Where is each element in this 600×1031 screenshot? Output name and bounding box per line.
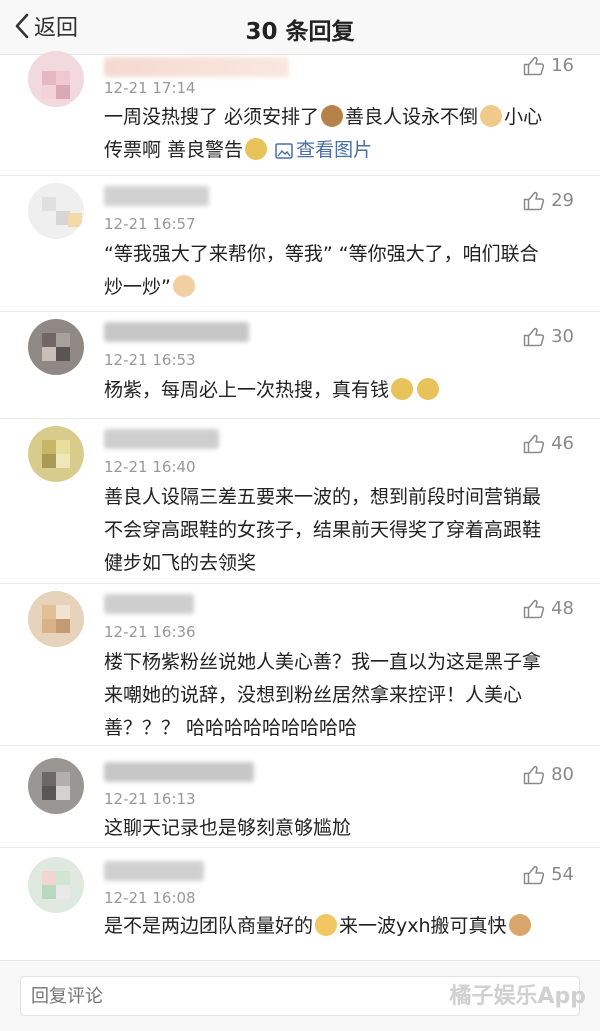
- thumbs-up-icon: [523, 434, 545, 453]
- like-button[interactable]: 29: [523, 190, 574, 211]
- thumbs-up-icon: [523, 56, 545, 75]
- doge-emoji-icon: [245, 138, 268, 160]
- avatar: [28, 426, 84, 482]
- comment-text-segment: 传票啊 善良警告: [104, 139, 244, 161]
- like-button[interactable]: 48: [523, 598, 574, 619]
- like-button[interactable]: 54: [523, 864, 574, 885]
- comment-item: 12-21 16:57 29 “等我强大了来帮你，等我” “等你强大了，咱们联合…: [0, 176, 600, 312]
- like-button[interactable]: 80: [523, 764, 574, 785]
- page-title: 30 条回复: [245, 19, 355, 45]
- comment-text-segment: 来嘲她的说辞，没想到粉丝居然拿来控评！人美心: [104, 684, 523, 706]
- comment-text-segment: 健步如飞的去领奖: [104, 552, 257, 574]
- like-count: 30: [551, 326, 574, 347]
- avatar: [28, 857, 84, 913]
- comment-text: 一周没热搜了 必须安排了 善良人设永不倒 小心 传票啊 善良警告 查看图片: [104, 101, 574, 167]
- username-blurred: [104, 762, 254, 782]
- comment-text: 这聊天记录也是够刻意够尴尬: [104, 812, 574, 845]
- monkey-emoji-icon: [321, 105, 344, 127]
- nav-bar: 返回 30 条回复: [0, 0, 600, 55]
- comment-text-segment: 楼下杨紫粉丝说她人美心善？我一直以为这是黑子拿: [104, 651, 542, 673]
- watermark-logo: 橘子娱乐App: [449, 984, 586, 1009]
- like-count: 48: [551, 598, 574, 619]
- avatar: [28, 319, 84, 375]
- thumbs-up-icon: [523, 865, 545, 884]
- like-count: 54: [551, 864, 574, 885]
- comment-item: 12-21 16:08 54 是不是两边团队商量好的 来一波yxh搬可真快: [0, 848, 600, 959]
- comment-time: 12-21 16:36: [104, 623, 196, 641]
- comment-text-segment: 善？？？ 哈哈哈哈哈哈哈哈哈: [104, 717, 358, 739]
- cat-emoji-icon: [508, 914, 531, 936]
- comment-text: 杨紫，每周必上一次热搜，真有钱: [104, 374, 574, 407]
- like-button[interactable]: 30: [523, 326, 574, 347]
- comment-time: 12-21 17:14: [104, 79, 196, 97]
- comment-text: 楼下杨紫粉丝说她人美心善？我一直以为这是黑子拿 来嘲她的说辞，没想到粉丝居然拿来…: [104, 646, 574, 745]
- thumbs-up-icon: [523, 327, 545, 346]
- comment-text-segment: 是不是两边团队商量好的: [104, 915, 314, 937]
- comment-text-segment: 这聊天记录也是够刻意够尴尬: [104, 817, 352, 839]
- username-blurred: [104, 57, 289, 77]
- like-count: 16: [551, 55, 574, 76]
- comment-text-segment: 善良人设永不倒: [345, 106, 479, 128]
- comment-item: 12-21 16:53 30 杨紫，每周必上一次热搜，真有钱: [0, 312, 600, 419]
- thinking-emoji-icon: [315, 914, 338, 936]
- avatar: [28, 758, 84, 814]
- comment-item: 12-21 16:40 46 善良人设隔三差五要来一波的，想到前段时间营销最 不…: [0, 419, 600, 584]
- comment-text: 善良人设隔三差五要来一波的，想到前段时间营销最 不会穿高跟鞋的女孩子，结果前天得…: [104, 481, 574, 580]
- comment-text-segment: 来一波yxh搬可真快: [339, 915, 507, 937]
- comment-text-segment: 杨紫，每周必上一次热搜，真有钱: [104, 379, 390, 401]
- avatar: [28, 51, 84, 107]
- username-blurred: [104, 322, 249, 342]
- like-count: 29: [551, 190, 574, 211]
- like-button[interactable]: 46: [523, 433, 574, 454]
- cupcake-emoji-icon: [480, 105, 503, 127]
- comment-text: “等我强大了来帮你，等我” “等你强大了，咱们联合 炒一炒”: [104, 238, 574, 304]
- comment-text-segment: 不会穿高跟鞋的女孩子，结果前天得奖了穿着高跟鞋: [104, 519, 542, 541]
- like-count: 80: [551, 764, 574, 785]
- thumbs-up-icon: [523, 191, 545, 210]
- like-button[interactable]: 16: [523, 55, 574, 76]
- comment-time: 12-21 16:40: [104, 458, 196, 476]
- avatar: [28, 183, 84, 239]
- doge-emoji-icon: [417, 378, 440, 400]
- comment-time: 12-21 16:57: [104, 215, 196, 233]
- username-blurred: [104, 429, 219, 449]
- view-image-label: 查看图片: [296, 139, 373, 161]
- comment-time: 12-21 16:53: [104, 351, 196, 369]
- username-blurred: [104, 861, 204, 881]
- view-image-link[interactable]: 查看图片: [275, 139, 372, 161]
- comment-time: 12-21 16:08: [104, 889, 196, 907]
- image-icon: [275, 143, 293, 159]
- comment-text-segment: 小心: [504, 106, 543, 128]
- thumbs-up-icon: [523, 765, 545, 784]
- comment-item: 12-21 16:36 48 楼下杨紫粉丝说她人美心善？我一直以为这是黑子拿 来…: [0, 584, 600, 746]
- like-count: 46: [551, 433, 574, 454]
- comment-text-segment: 善良人设隔三差五要来一波的，想到前段时间营销最: [104, 486, 542, 508]
- username-blurred: [104, 186, 209, 206]
- doge-emoji-icon: [391, 378, 414, 400]
- comment-text-segment: 一周没热搜了 必须安排了: [104, 106, 320, 128]
- thumbs-up-icon: [523, 599, 545, 618]
- avatar: [28, 591, 84, 647]
- comment-time: 12-21 16:13: [104, 790, 196, 808]
- username-blurred: [104, 594, 194, 614]
- pray-hands-emoji-icon: [172, 275, 195, 297]
- comment-item: 12-21 17:14 16 一周没热搜了 必须安排了 善良人设永不倒 小心 传票啊…: [0, 51, 600, 176]
- comment-text-segment: 炒一炒”: [104, 276, 171, 298]
- comment-text: 是不是两边团队商量好的 来一波yxh搬可真快: [104, 910, 574, 943]
- comment-text-segment: “等我强大了来帮你，等我” “等你强大了，咱们联合: [104, 243, 539, 265]
- comment-item: 12-21 16:13 80 这聊天记录也是够刻意够尴尬: [0, 746, 600, 848]
